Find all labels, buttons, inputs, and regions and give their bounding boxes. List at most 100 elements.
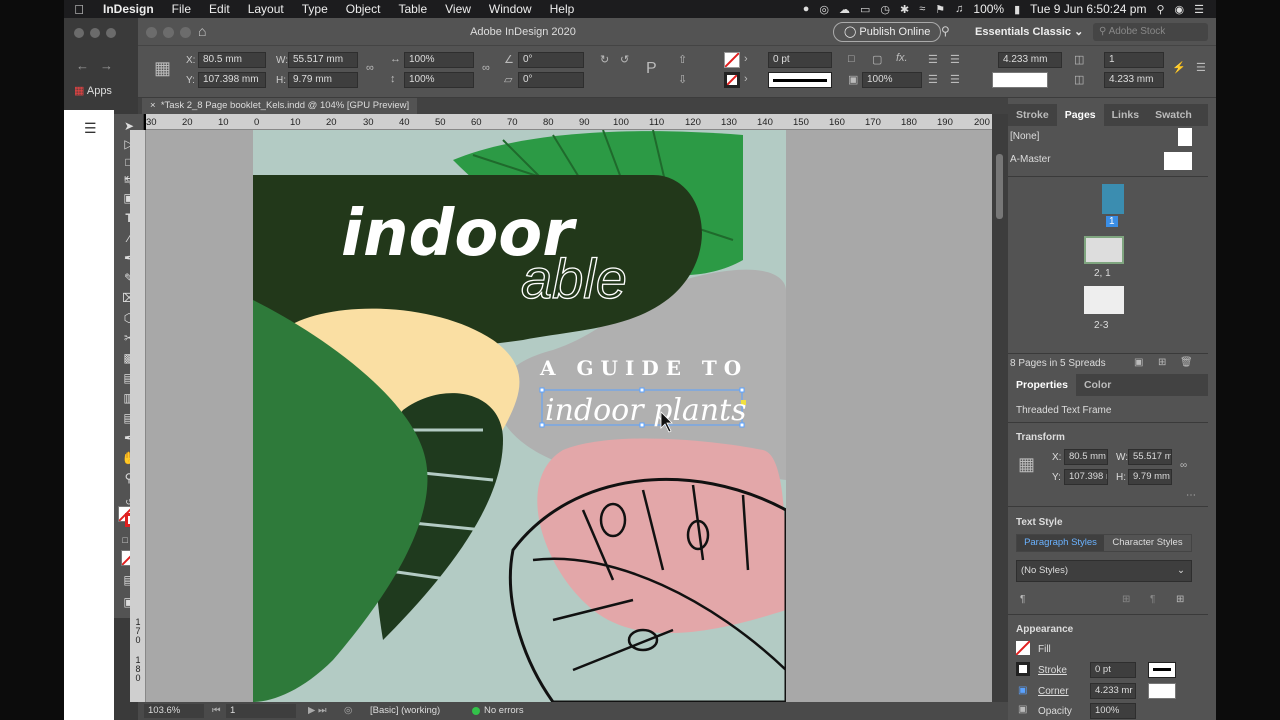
page-1-thumb[interactable]	[1102, 184, 1124, 214]
shadow-icon[interactable]: ▢	[872, 53, 882, 66]
vertical-scrollbar[interactable]	[992, 114, 1008, 702]
height-field[interactable]: 9.79 mm	[288, 72, 358, 88]
width-field[interactable]: 55.517 mm	[288, 52, 358, 68]
tab-links[interactable]: Links	[1104, 104, 1147, 126]
effects-icon[interactable]: fx.	[896, 52, 908, 64]
scrollbar-thumb[interactable]	[996, 154, 1003, 219]
record-icon[interactable]: ●	[803, 3, 810, 15]
stroke-type-dropdown[interactable]	[768, 72, 832, 88]
master-a-thumb[interactable]	[1164, 152, 1192, 170]
menubar-clock[interactable]: Tue 9 Jun 6:50:24 pm	[1030, 2, 1146, 16]
appearance-opacity-field[interactable]: 100%	[1090, 703, 1136, 719]
gutter-field[interactable]: 4.233 mm	[1104, 72, 1164, 88]
tab-swatch[interactable]: Swatch	[1147, 104, 1200, 126]
master-a[interactable]: A-Master	[1010, 154, 1051, 165]
browser-apps-bookmark[interactable]: ▦ Apps	[74, 84, 112, 97]
cover-subtitle[interactable]: A GUIDE TO	[539, 356, 748, 380]
page-1-label[interactable]: 1	[1106, 216, 1118, 227]
spread-2-3-thumb[interactable]	[1084, 286, 1124, 314]
edit-page-size-icon[interactable]: ▣	[1134, 357, 1143, 368]
volume-icon[interactable]: ♫	[955, 3, 963, 15]
quick-apply-icon[interactable]: ⚡	[1172, 61, 1186, 74]
properties-w-field[interactable]: 55.517 m	[1128, 449, 1172, 465]
stroke-weight-field[interactable]: 0 pt	[768, 52, 832, 68]
stroke-label[interactable]: Stroke	[1038, 665, 1067, 676]
select-container-icon[interactable]: ⇧	[678, 53, 687, 66]
corner-shape-dropdown[interactable]	[992, 72, 1048, 88]
opacity-field[interactable]: 100%	[862, 72, 922, 88]
next-page-icon[interactable]: ▶ ⏭	[308, 704, 327, 718]
preflight-errors[interactable]: No errors	[484, 704, 524, 718]
more-options-icon[interactable]: ⋯	[1186, 490, 1196, 501]
cloud-icon[interactable]: ☁	[839, 3, 850, 16]
new-page-icon[interactable]: ⊞	[1158, 357, 1166, 368]
appearance-stroke-field[interactable]: 0 pt	[1090, 662, 1136, 678]
reference-point-icon[interactable]: ▦	[1018, 454, 1035, 475]
publish-online-button[interactable]: ◯ Publish Online	[833, 22, 942, 42]
stroke-menu-chevron-icon[interactable]: ›	[744, 73, 748, 85]
menu-edit[interactable]: Edit	[200, 2, 239, 16]
adobe-stock-search[interactable]: ⚲ Adobe Stock	[1093, 23, 1208, 41]
shear-field[interactable]: 0°	[518, 72, 584, 88]
align-center-icon[interactable]: ☰	[950, 53, 960, 66]
rotation-field[interactable]: 0°	[518, 52, 584, 68]
page-number-field[interactable]: 1	[226, 704, 296, 718]
sync-icon[interactable]: ◎	[819, 3, 829, 16]
fill-menu-chevron-icon[interactable]: ›	[744, 53, 748, 65]
cover-script-text[interactable]: indoor plants	[545, 393, 747, 428]
menu-view[interactable]: View	[436, 2, 480, 16]
menu-help[interactable]: Help	[541, 2, 584, 16]
appearance-corner-shape[interactable]	[1148, 683, 1176, 699]
properties-h-field[interactable]: 9.79 mm	[1128, 469, 1172, 485]
spotlight-icon[interactable]: ⚲	[1156, 3, 1164, 16]
zoom-level-field[interactable]: 103.6%	[144, 704, 204, 718]
pilcrow-icon[interactable]: ¶	[1020, 594, 1025, 605]
appearance-stroke-type[interactable]	[1148, 662, 1176, 678]
battery-icon[interactable]: ▮	[1014, 3, 1020, 16]
delete-page-icon[interactable]: 🗑	[1180, 357, 1193, 368]
browser-forward-icon[interactable]: →	[100, 58, 113, 73]
appearance-stroke-swatch[interactable]	[1016, 662, 1030, 676]
menu-file[interactable]: File	[163, 2, 200, 16]
y-position-field[interactable]: 107.398 mm	[198, 72, 266, 88]
menu-window[interactable]: Window	[480, 2, 541, 16]
rotate-ccw-icon[interactable]: ↺	[620, 53, 629, 66]
preflight-profile[interactable]: [Basic] (working)	[370, 704, 440, 718]
character-styles-tab[interactable]: Character Styles	[1104, 535, 1191, 551]
browser-back-icon[interactable]: ←	[76, 58, 89, 73]
close-tab-icon[interactable]: ×	[150, 100, 156, 111]
distribute-icon[interactable]: ☰	[928, 73, 938, 86]
clear-overrides-icon[interactable]: ⊞	[1122, 594, 1130, 605]
tab-color[interactable]: Color	[1076, 374, 1119, 396]
hamburger-menu-icon[interactable]: ☰	[84, 120, 97, 137]
frame-handle[interactable]	[639, 387, 645, 393]
corner-size-field[interactable]: 4.233 mm	[998, 52, 1062, 68]
scale-y-field[interactable]: 100%	[404, 72, 474, 88]
first-page-icon[interactable]: ⏮	[212, 704, 221, 718]
scale-x-field[interactable]: 100%	[404, 52, 474, 68]
tab-properties[interactable]: Properties	[1008, 374, 1076, 396]
menu-object[interactable]: Object	[337, 2, 390, 16]
master-none-thumb[interactable]	[1178, 128, 1192, 146]
menu-table[interactable]: Table	[389, 2, 436, 16]
menu-type[interactable]: Type	[293, 2, 337, 16]
flag-icon[interactable]: ⚑	[935, 3, 945, 16]
display-icon[interactable]: ▭	[860, 3, 870, 16]
workspace-switcher[interactable]: Essentials Classic ⌄	[975, 25, 1083, 38]
spread-2-1-thumb[interactable]	[1084, 236, 1124, 264]
columns-field[interactable]: 1	[1104, 52, 1164, 68]
spread-2-1-label[interactable]: 2, 1	[1094, 268, 1111, 279]
select-content-icon[interactable]: ⇩	[678, 73, 687, 86]
appearance-corner-field[interactable]: 4.233 mr	[1090, 683, 1136, 699]
frame-fitting-icon[interactable]: ☰	[950, 73, 960, 86]
properties-y-field[interactable]: 107.398 r	[1064, 469, 1108, 485]
new-style-icon[interactable]: ⊞	[1176, 594, 1184, 605]
flip-icon[interactable]: P	[646, 60, 657, 78]
align-left-icon[interactable]: ☰	[928, 53, 938, 66]
menu-layout[interactable]: Layout	[239, 2, 293, 16]
lightbulb-icon[interactable]: ⚲	[941, 24, 950, 38]
constrain-link-icon[interactable]: ∞	[1180, 460, 1187, 471]
cover-page[interactable]: indoor able A GUIDE TO indoor plants	[253, 130, 786, 702]
pasteboard[interactable]: indoor able A GUIDE TO indoor plants	[146, 130, 992, 702]
reference-point-icon[interactable]: ▦	[154, 58, 171, 79]
